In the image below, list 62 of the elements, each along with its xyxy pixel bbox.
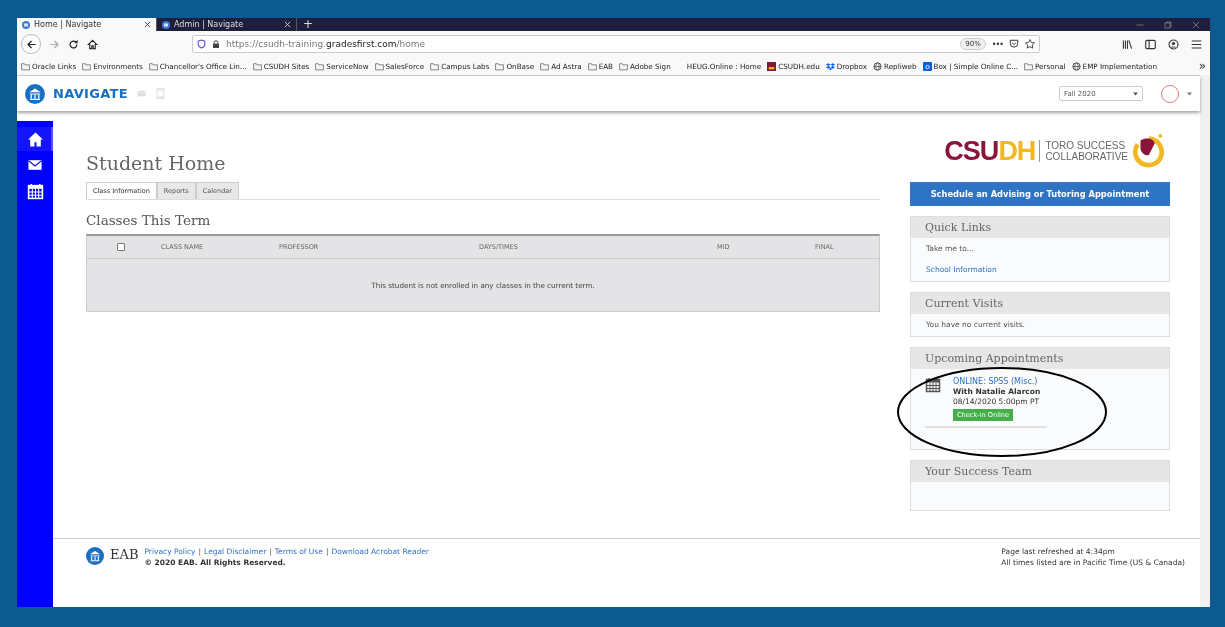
folder-icon — [148, 61, 158, 71]
folder-icon — [315, 61, 325, 71]
calendar-icon — [925, 377, 941, 393]
avatar[interactable] — [1161, 84, 1179, 103]
new-tab-button[interactable]: + — [297, 18, 320, 31]
panel-title: Your Success Team — [925, 465, 1032, 478]
globe-icon — [1071, 61, 1081, 71]
back-arrow-icon — [25, 38, 37, 50]
home-icon[interactable] — [87, 38, 98, 50]
page-title: Student Home — [86, 152, 227, 174]
library-icon[interactable] — [1122, 38, 1133, 50]
sidebar-item[interactable] — [17, 127, 53, 151]
folder-icon — [430, 61, 440, 71]
home-icon — [26, 130, 44, 148]
folder-icon — [21, 61, 30, 71]
calendar-icon — [26, 182, 44, 200]
folder-icon — [252, 61, 262, 71]
columns-logo-icon — [25, 83, 45, 104]
box-icon — [922, 61, 932, 71]
caret-icon[interactable] — [1187, 91, 1192, 96]
bull-logo-icon — [1132, 133, 1166, 169]
logo-tagline: TORO SUCCESS COLLABORATIVE — [1039, 140, 1128, 162]
reload-icon[interactable] — [68, 38, 79, 50]
folder-icon — [82, 61, 92, 71]
browser-tab[interactable]: Home | Navigate — [17, 18, 157, 31]
close-icon[interactable] — [144, 21, 151, 28]
select-all-checkbox[interactable] — [117, 243, 125, 251]
restore-icon[interactable] — [1164, 20, 1172, 29]
scrollbar[interactable] — [1200, 75, 1210, 607]
logo-wordmark: CSUDH — [944, 135, 1036, 167]
account-icon[interactable] — [1168, 38, 1179, 50]
shield-icon — [197, 39, 206, 49]
folder-icon — [374, 61, 384, 71]
page-icon — [22, 20, 30, 29]
caret-icon — [1133, 91, 1138, 96]
dropbox-icon — [825, 61, 835, 71]
lock-icon — [212, 39, 220, 49]
section-title: Classes This Term — [86, 212, 212, 228]
more-actions-button[interactable]: ••• — [991, 39, 1003, 49]
columns-logo-icon — [86, 547, 104, 565]
page-icon — [162, 20, 170, 29]
star-icon[interactable] — [1025, 39, 1035, 49]
mail-icon — [26, 158, 44, 172]
folder-icon — [540, 61, 550, 71]
folder-icon — [495, 61, 505, 71]
appointment-link[interactable]: ONLINE: SPSS (Misc.) — [953, 377, 1041, 386]
sidebar-icon[interactable] — [1145, 38, 1156, 50]
panel-title: Current Visits — [925, 297, 1004, 310]
brand-name: NAVIGATE — [53, 86, 128, 101]
panel-title: Upcoming Appointments — [925, 352, 1064, 365]
footer-brand: EAB — [110, 547, 139, 564]
globe-icon — [873, 61, 882, 71]
panel-title: Quick Links — [925, 221, 992, 234]
bookmarks-overflow-button[interactable]: » — [1198, 60, 1206, 72]
seal-icon — [767, 61, 777, 71]
pocket-icon[interactable] — [1009, 39, 1019, 49]
folder-icon — [1024, 61, 1034, 71]
menu-icon[interactable] — [1191, 38, 1202, 50]
back-button[interactable] — [21, 34, 41, 54]
folder-icon — [619, 61, 629, 71]
schedule-appointment-button[interactable]: Schedule an Advising or Tutoring Appointment — [910, 182, 1170, 206]
folder-icon — [587, 61, 597, 71]
